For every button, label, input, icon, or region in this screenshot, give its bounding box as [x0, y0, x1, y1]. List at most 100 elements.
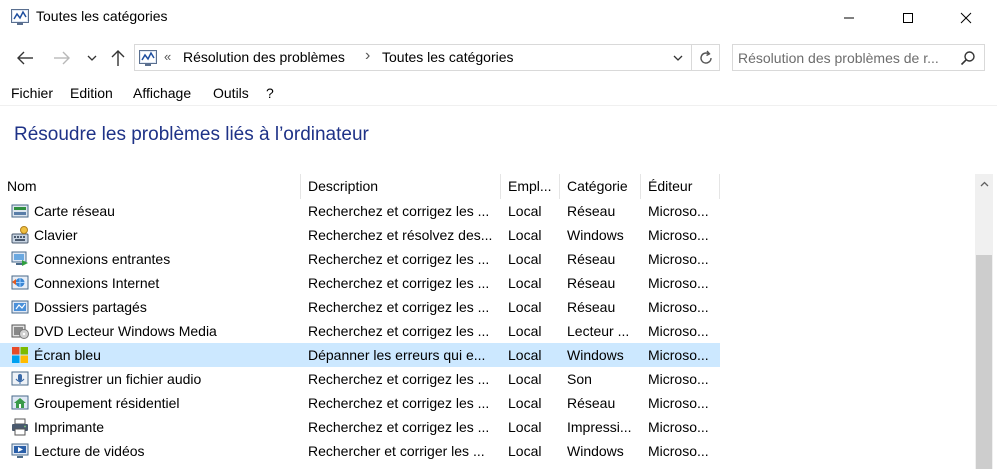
table-row[interactable]: Clavier Recherchez et résolvez des... Loca… — [0, 223, 720, 247]
cell-category: Réseau — [567, 251, 616, 267]
refresh-button[interactable] — [691, 45, 719, 70]
maximize-button[interactable] — [885, 0, 931, 35]
close-button[interactable] — [943, 0, 989, 35]
cell-category: Windows — [567, 227, 624, 243]
table-row[interactable]: DVD Lecteur Windows Media Recherchez et c… — [0, 319, 720, 343]
search-input[interactable] — [738, 49, 953, 67]
cell-publisher: Microso... — [648, 371, 709, 387]
minimize-icon — [844, 17, 854, 18]
cell-description: Recherchez et corrigez les ... — [308, 419, 490, 435]
refresh-icon — [699, 50, 712, 64]
cell-name: Imprimante — [34, 419, 105, 435]
breadcrumb-troubleshooting[interactable]: Résolution des problèmes — [183, 49, 345, 65]
maximize-icon — [903, 12, 913, 23]
arrow-up-icon — [111, 50, 125, 66]
cell-publisher: Microso... — [648, 227, 709, 243]
menu-file[interactable]: Fichier — [11, 85, 53, 101]
search-box[interactable] — [732, 44, 985, 71]
table-row[interactable]: Connexions Internet Recherchez et corrige… — [0, 271, 720, 295]
cell-name: Clavier — [34, 227, 78, 243]
cell-category: Impressi... — [567, 419, 632, 435]
cell-name: Enregistrer un fichier audio — [34, 371, 202, 387]
cell-publisher: Microso... — [648, 347, 709, 363]
window-title: Toutes les catégories — [36, 8, 168, 24]
cell-location: Local — [508, 395, 542, 411]
cell-description: Recherchez et corrigez les ... — [308, 299, 490, 315]
scroll-up-button[interactable] — [975, 174, 993, 194]
table-row[interactable]: Dossiers partagés Recherchez et corrigez … — [0, 295, 720, 319]
navigation-bar: « Résolution des problèmes › Toutes les … — [0, 40, 997, 76]
cell-location: Local — [508, 275, 542, 291]
page-title: Résoudre les problèmes liés à l’ordinate… — [14, 124, 369, 145]
menu-view[interactable]: Affichage — [133, 85, 191, 101]
cell-name: Dossiers partagés — [34, 299, 147, 315]
back-button[interactable] — [13, 46, 37, 70]
cell-publisher: Microso... — [648, 443, 709, 459]
recent-locations-button[interactable] — [82, 46, 102, 70]
address-bar[interactable]: « Résolution des problèmes › Toutes les … — [134, 44, 720, 71]
cell-name: DVD Lecteur Windows Media — [34, 323, 217, 339]
cell-publisher: Microso... — [648, 203, 709, 219]
cell-location: Local — [508, 371, 542, 387]
cell-description: Recherchez et corrigez les ... — [308, 275, 490, 291]
cell-category: Lecteur ... — [567, 323, 630, 339]
cell-publisher: Microso... — [648, 395, 709, 411]
cell-publisher: Microso... — [648, 323, 709, 339]
breadcrumb-separator[interactable]: › — [365, 47, 370, 65]
arrow-right-icon — [54, 51, 70, 65]
column-header-description[interactable]: Description — [301, 174, 501, 199]
cell-description: Recherchez et corrigez les ... — [308, 203, 490, 219]
cell-description: Recherchez et corrigez les ... — [308, 371, 490, 387]
cell-location: Local — [508, 443, 542, 459]
address-dropdown-button[interactable] — [667, 46, 689, 70]
cell-location: Local — [508, 347, 542, 363]
search-icon[interactable] — [960, 50, 976, 66]
vertical-scrollbar[interactable] — [975, 174, 993, 469]
cell-publisher: Microso... — [648, 275, 709, 291]
cell-location: Local — [508, 203, 542, 219]
arrow-left-icon — [17, 51, 33, 65]
column-header-name[interactable]: Nom — [0, 174, 301, 199]
cell-publisher: Microso... — [648, 419, 709, 435]
cell-name: Connexions Internet — [34, 275, 160, 291]
menu-edit[interactable]: Edition — [70, 85, 113, 101]
cell-category: Réseau — [567, 275, 616, 291]
breadcrumb-all-categories[interactable]: Toutes les catégories — [382, 49, 514, 65]
cell-description: Recherchez et corrigez les ... — [308, 395, 490, 411]
up-button[interactable] — [106, 46, 130, 70]
chevron-down-icon — [87, 55, 97, 61]
chevron-up-icon — [980, 181, 988, 187]
forward-button[interactable] — [50, 46, 74, 70]
cell-name: Carte réseau — [34, 203, 115, 219]
minimize-button[interactable] — [826, 0, 872, 35]
cell-description: Recherchez et résolvez des... — [308, 227, 493, 243]
table-row[interactable]: Lecture de vidéos Rechercher et corriger … — [0, 439, 720, 463]
menu-help[interactable]: ? — [266, 85, 274, 101]
cell-description: Dépanner les erreurs qui e... — [308, 347, 486, 363]
cell-category: Windows — [567, 443, 624, 459]
menu-tools[interactable]: Outils — [213, 85, 249, 101]
table-row[interactable]: Enregistrer un fichier audio Recherchez e… — [0, 367, 720, 391]
cell-location: Local — [508, 251, 542, 267]
cell-name: Connexions entrantes — [34, 251, 171, 267]
column-header-category[interactable]: Catégorie — [560, 174, 641, 199]
table-row[interactable]: Imprimante Recherchez et corrigez les ...… — [0, 415, 720, 439]
scroll-thumb[interactable] — [976, 255, 992, 469]
troubleshooting-icon — [139, 50, 157, 66]
overflow-chevron[interactable]: « — [164, 49, 171, 64]
cell-category: Réseau — [567, 299, 616, 315]
table-row[interactable]: Connexions entrantes Recherchez et corrig… — [0, 247, 720, 271]
cell-description: Recherchez et corrigez les ... — [308, 323, 490, 339]
table-header: Nom Description Empl... Catégorie Éditeu… — [0, 174, 720, 199]
column-header-location[interactable]: Empl... — [501, 174, 560, 199]
chevron-down-icon — [673, 55, 683, 61]
cell-publisher: Microso... — [648, 251, 709, 267]
cell-category: Son — [567, 371, 592, 387]
troubleshooting-icon — [11, 9, 29, 25]
table-row[interactable]: Écran bleu Dépanner les erreurs qui e... L… — [0, 343, 720, 367]
table-row[interactable]: Groupement résidentiel Recherchez et corr… — [0, 391, 720, 415]
cell-category: Réseau — [567, 395, 616, 411]
column-header-publisher[interactable]: Éditeur — [641, 174, 720, 199]
cell-name: Lecture de vidéos — [34, 443, 145, 459]
table-row[interactable]: Carte réseau Recherchez et corrigez les .… — [0, 199, 720, 223]
